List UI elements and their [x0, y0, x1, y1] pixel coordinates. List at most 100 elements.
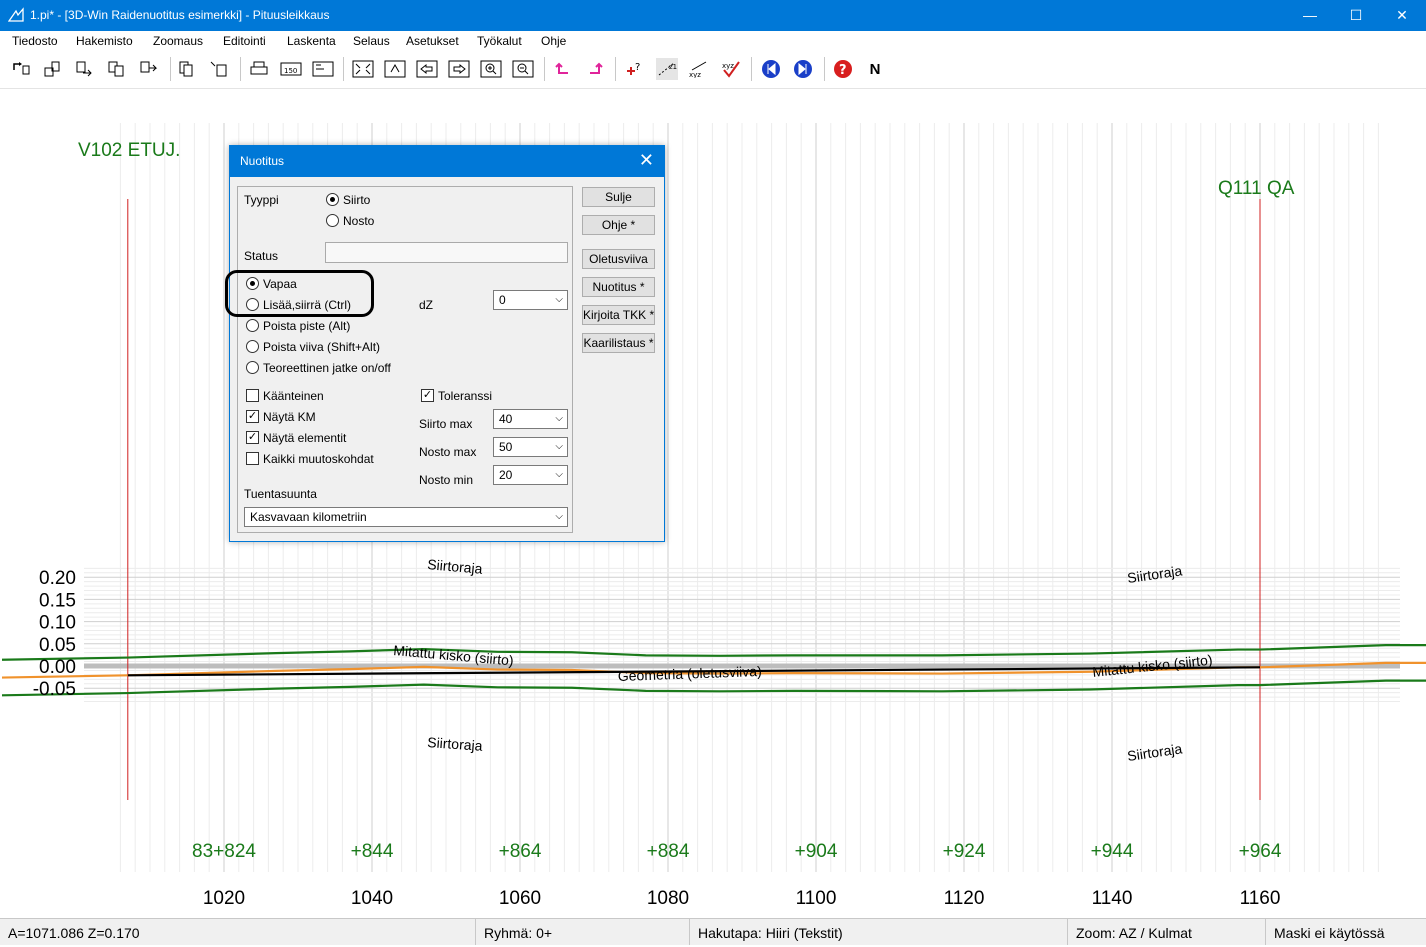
next-icon[interactable] [448, 58, 470, 80]
menu-laskenta[interactable]: Laskenta [287, 34, 336, 48]
minimize-button[interactable]: — [1287, 0, 1333, 31]
title-bar: 1.pi* - [3D-Win Raidenuotitus esimerkki]… [0, 0, 1426, 31]
kaanteinen-label: Käänteinen [263, 389, 324, 403]
close-button[interactable]: ✕ [1379, 0, 1425, 31]
menu-zoomaus[interactable]: Zoomaus [153, 34, 203, 48]
ohje-button[interactable]: Ohje * [582, 215, 655, 235]
nosto-max-value: 50 [499, 440, 513, 454]
svg-text:150: 150 [284, 67, 297, 75]
nosto-max-select[interactable]: 50 ⌵ [493, 437, 568, 457]
nosto-radio[interactable] [326, 214, 339, 227]
zoom-in-icon[interactable] [480, 58, 502, 80]
y-tick-label: 0.05 [39, 635, 76, 656]
nosto-max-label: Nosto max [419, 445, 477, 459]
toolbar-separator [544, 57, 545, 81]
point-tool-icon[interactable]: z1 [656, 58, 678, 80]
status-maski: Maski ei käytössä [1265, 919, 1426, 945]
kirjoita-tkk-button[interactable]: Kirjoita TKK * [582, 305, 655, 325]
menu-tiedosto[interactable]: Tiedosto [12, 34, 58, 48]
y-tick-label: -0.05 [33, 679, 76, 700]
kaarilistaus-button[interactable]: Kaarilistaus * [582, 333, 655, 353]
menu-asetukset[interactable]: Asetukset [406, 34, 459, 48]
mode-poista-piste-label: Poista piste (Alt) [263, 319, 351, 333]
km-label: +924 [943, 841, 986, 862]
dialog-close-button[interactable]: ✕ [639, 150, 654, 171]
curve-label: Siirtoraja [427, 734, 483, 754]
redo-icon[interactable] [584, 58, 606, 80]
nayta-km-label: Näytä KM [263, 410, 316, 424]
nosto-min-value: 20 [499, 468, 513, 482]
curve-label: Siirtoraja [1126, 562, 1183, 586]
nayta-km-checkbox[interactable]: ✓ [246, 410, 259, 423]
status-hakutapa: Hakutapa: Hiiri (Tekstit) [689, 919, 1067, 945]
dz-select[interactable]: 0 ⌵ [493, 290, 568, 310]
mode-poista-viiva-label: Poista viiva (Shift+Alt) [263, 340, 381, 354]
tuentasuunta-select[interactable]: Kasvavaan kilometriin ⌵ [244, 507, 568, 527]
dz-label: dZ [419, 298, 434, 312]
check-icon[interactable]: xyz [720, 58, 742, 80]
toolbar-separator [615, 57, 616, 81]
toolbar: 150 ? z1 xyz xyz ? N [0, 50, 1426, 89]
profile-chart[interactable]: 0.200.150.100.050.00-0.05 1020 1040 1060 108… [0, 89, 1426, 918]
add-point-icon[interactable]: ? [624, 58, 646, 80]
menu-selaus[interactable]: Selaus [353, 34, 390, 48]
toleranssi-checkbox[interactable]: ✓ [421, 389, 434, 402]
previous-icon[interactable] [416, 58, 438, 80]
print-icon[interactable] [248, 58, 270, 80]
paste-icon[interactable] [208, 58, 230, 80]
svg-text:?: ? [635, 62, 640, 73]
kaanteinen-checkbox[interactable] [246, 389, 259, 402]
menu-editointi[interactable]: Editointi [223, 34, 266, 48]
status-field[interactable] [325, 242, 568, 263]
mode-poista-piste-radio[interactable] [246, 319, 259, 332]
nosto-min-select[interactable]: 20 ⌵ [493, 465, 568, 485]
help-icon[interactable]: ? [832, 58, 854, 80]
scale-icon[interactable]: 150 [280, 58, 302, 80]
fit-icon[interactable] [312, 58, 334, 80]
siirto-radio[interactable] [326, 193, 339, 206]
rewind-icon[interactable] [760, 58, 782, 80]
export-icon[interactable] [138, 58, 160, 80]
north-button[interactable]: N [864, 58, 886, 80]
nuotitus-dialog: Nuotitus ✕ Tyyppi Siirto Nosto Status Va… [229, 145, 665, 542]
x-tick-label: 1140 [1092, 888, 1133, 909]
save-icon[interactable] [42, 58, 64, 80]
zoom-all-icon[interactable] [352, 58, 374, 80]
sulje-button[interactable]: Sulje [582, 187, 655, 207]
copy-file-icon[interactable] [106, 58, 128, 80]
pan-icon[interactable] [384, 58, 406, 80]
tuentasuunta-label: Tuentasuunta [244, 487, 317, 501]
menu-tyokalut[interactable]: Työkalut [477, 34, 522, 48]
menu-ohje[interactable]: Ohje [541, 34, 566, 48]
undo-icon[interactable] [552, 58, 574, 80]
curve-label: Mitattu kisko (siirto) [1092, 651, 1214, 680]
oletusviiva-button[interactable]: Oletusviiva [582, 249, 655, 269]
siirto-max-select[interactable]: 40 ⌵ [493, 409, 568, 429]
siirto-max-label: Siirto max [419, 417, 473, 431]
maximize-button[interactable]: ☐ [1333, 0, 1379, 31]
svg-text:?: ? [839, 63, 847, 78]
kaikki-muutoskohdat-checkbox[interactable] [246, 452, 259, 465]
nayta-elementit-checkbox[interactable]: ✓ [246, 431, 259, 444]
open-icon[interactable] [10, 58, 32, 80]
zoom-out-icon[interactable] [512, 58, 534, 80]
nosto-min-label: Nosto min [419, 473, 474, 487]
profile-canvas[interactable]: 0.20 0.15 0.10 0.05 0.00 -0.05 1020 1040 1060 108… [0, 89, 1426, 918]
toolbar-separator [240, 57, 241, 81]
xyz-icon[interactable]: xyz [688, 58, 710, 80]
svg-text:xyz: xyz [722, 62, 734, 70]
copy-icon[interactable] [176, 58, 198, 80]
save-as-icon[interactable] [74, 58, 96, 80]
forward-icon[interactable] [792, 58, 814, 80]
station-label-left: V102 ETUJ. [78, 140, 180, 161]
mode-poista-viiva-radio[interactable] [246, 340, 259, 353]
km-label: 83+824 [192, 841, 256, 862]
y-tick-label: 0.00 [39, 657, 76, 678]
nuotitus-button[interactable]: Nuotitus * [582, 277, 655, 297]
nosto-label: Nosto [343, 214, 375, 228]
mode-teoreettinen-radio[interactable] [246, 361, 259, 374]
menu-hakemisto[interactable]: Hakemisto [76, 34, 133, 48]
status-bar: A=1071.086 Z=0.170 Ryhmä: 0+ Hakutapa: H… [0, 918, 1426, 945]
toolbar-separator [170, 57, 171, 81]
curve-label: Siirtoraja [1126, 740, 1183, 764]
